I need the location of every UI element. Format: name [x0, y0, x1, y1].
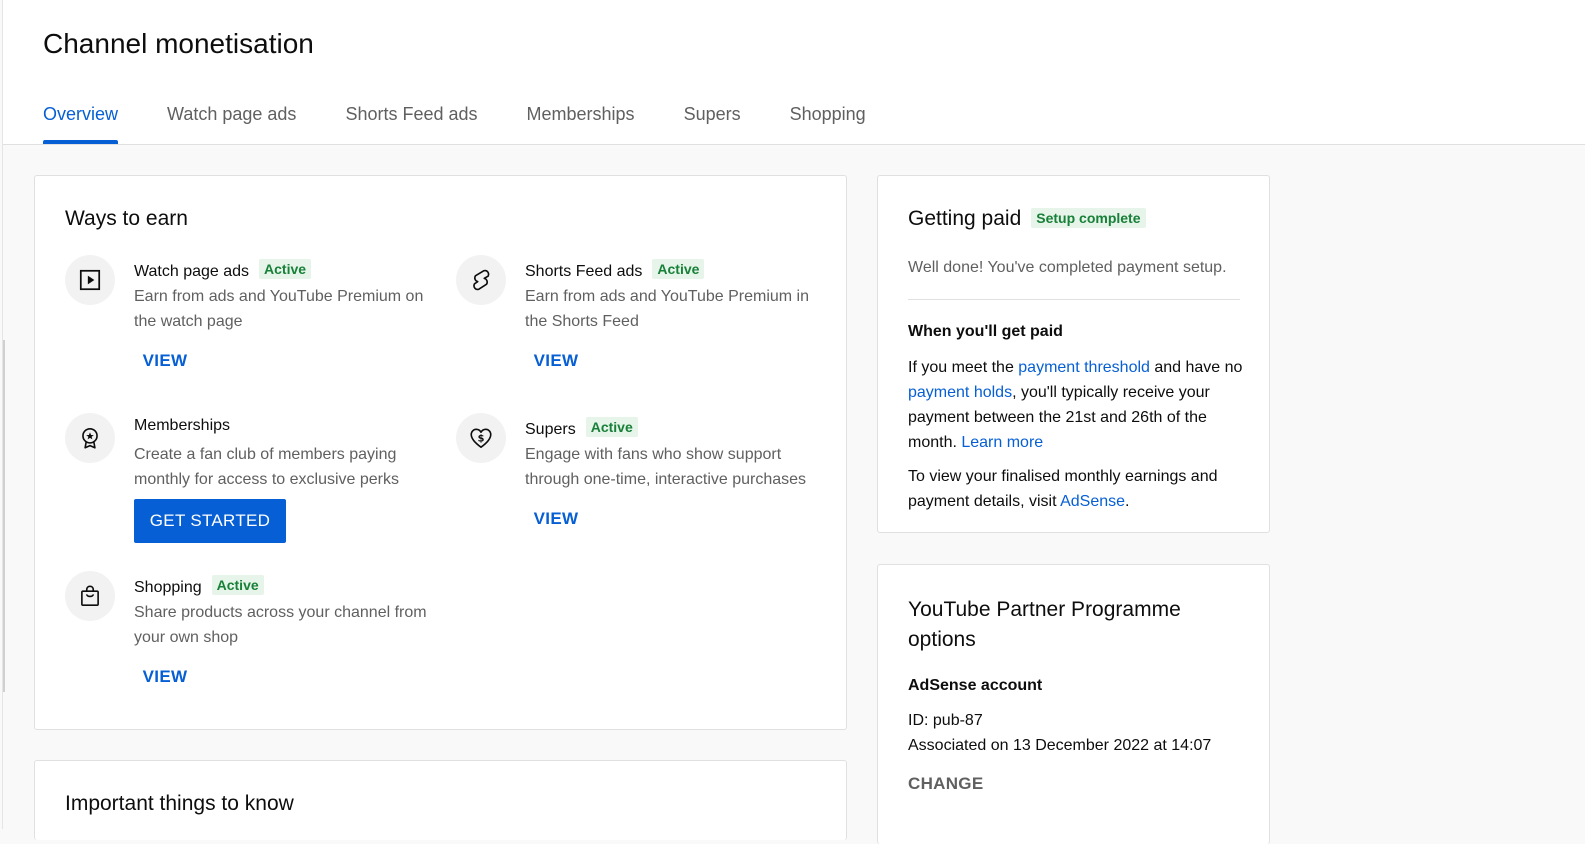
earn-item-description: Engage with fans who show support throug…: [525, 446, 807, 488]
text-segment: .: [1125, 493, 1130, 510]
earn-item-name: Supers Active: [525, 417, 638, 439]
view-shorts-feed-ads-button[interactable]: VIEW: [525, 349, 587, 375]
when-paid-text: If you meet the payment threshold and ha…: [908, 355, 1243, 455]
view-shopping-button[interactable]: VIEW: [134, 665, 196, 691]
getting-paid-title: Getting paid Setup complete: [908, 207, 1146, 231]
svg-text:$: $: [478, 433, 485, 444]
when-paid-title: When you'll get paid: [908, 323, 1063, 340]
earn-item-name: Shorts Feed ads Active: [525, 259, 705, 281]
change-adsense-button[interactable]: CHANGE: [908, 774, 983, 794]
payment-holds-link[interactable]: payment holds: [908, 384, 1012, 401]
get-started-memberships-button[interactable]: GET STARTED: [134, 499, 286, 543]
payment-setup-done-text: Well done! You've completed payment setu…: [908, 259, 1227, 276]
adsense-id-label: ID: pub-87: [908, 712, 983, 729]
earn-item-name: Memberships: [134, 417, 231, 434]
page-header: Channel monetisation Overview Watch page…: [3, 0, 1585, 145]
redacted-id: [982, 713, 1065, 728]
learn-more-link[interactable]: Learn more: [961, 434, 1043, 451]
important-things-card: Important things to know: [34, 760, 847, 840]
badge-star-icon: [65, 413, 115, 463]
text-segment: and have no: [1149, 359, 1243, 376]
adsense-earnings-text: To view your finalised monthly earnings …: [908, 464, 1243, 514]
adsense-associated-date: Associated on 13 December 2022 at 14:07: [908, 737, 1212, 754]
earn-item-label: Shorts Feed ads: [525, 263, 643, 280]
tab-memberships[interactable]: Memberships: [527, 102, 635, 144]
important-things-title: Important things to know: [65, 792, 294, 815]
tab-shorts-feed-ads[interactable]: Shorts Feed ads: [345, 102, 477, 144]
monetisation-page: Channel monetisation Overview Watch page…: [2, 0, 1585, 844]
tab-watch-page-ads[interactable]: Watch page ads: [167, 102, 296, 144]
earn-item-name: Watch page ads Active: [134, 259, 312, 281]
getting-paid-label: Getting paid: [908, 207, 1022, 230]
status-badge: Active: [652, 259, 705, 279]
text-segment: If you meet the: [908, 359, 1019, 376]
view-supers-button[interactable]: VIEW: [525, 507, 587, 533]
shopping-bag-icon: [65, 571, 115, 621]
shorts-icon: [456, 255, 506, 305]
status-badge: Active: [585, 417, 638, 437]
earn-item-label: Watch page ads: [134, 263, 250, 280]
page-title: Channel monetisation: [43, 28, 314, 59]
earn-item-name: Shopping Active: [134, 575, 264, 597]
status-badge: Active: [259, 259, 312, 279]
earn-item-description: Earn from ads and YouTube Premium in the…: [525, 288, 810, 330]
earn-item-description: Share products across your channel from …: [134, 604, 427, 646]
divider: [908, 299, 1240, 300]
tab-overview[interactable]: Overview: [43, 102, 119, 144]
setup-complete-badge: Setup complete: [1031, 208, 1146, 228]
adsense-account-title: AdSense account: [908, 677, 1043, 694]
tab-bar: Overview Watch page ads Shorts Feed ads …: [43, 102, 915, 144]
ways-to-earn-title: Ways to earn: [65, 207, 188, 230]
scroll-edge: [3, 340, 5, 692]
heart-dollar-icon: $: [456, 413, 506, 463]
ways-to-earn-card: Ways to earn Watch page ads Active Earn f…: [34, 175, 847, 730]
ypp-options-card: YouTube Partner Programme options AdSens…: [877, 564, 1270, 844]
payment-threshold-link[interactable]: payment threshold: [1018, 359, 1150, 376]
adsense-link[interactable]: AdSense: [1060, 493, 1125, 510]
view-watch-page-ads-button[interactable]: VIEW: [134, 349, 196, 375]
earn-item-description: Create a fan club of members paying mont…: [134, 446, 399, 488]
earn-item-label: Shopping: [134, 579, 202, 596]
status-badge: Active: [211, 575, 264, 595]
tab-supers[interactable]: Supers: [684, 102, 741, 144]
tab-shopping[interactable]: Shopping: [790, 102, 866, 144]
ypp-options-title: YouTube Partner Programme options: [908, 598, 1181, 651]
play-square-icon: [65, 255, 115, 305]
getting-paid-card: Getting paid Setup complete Well done! Yo…: [877, 175, 1270, 533]
adsense-id: ID: pub-87: [908, 708, 1243, 733]
earn-item-label: Supers: [525, 421, 576, 438]
earn-item-description: Earn from ads and YouTube Premium on the…: [134, 288, 424, 330]
